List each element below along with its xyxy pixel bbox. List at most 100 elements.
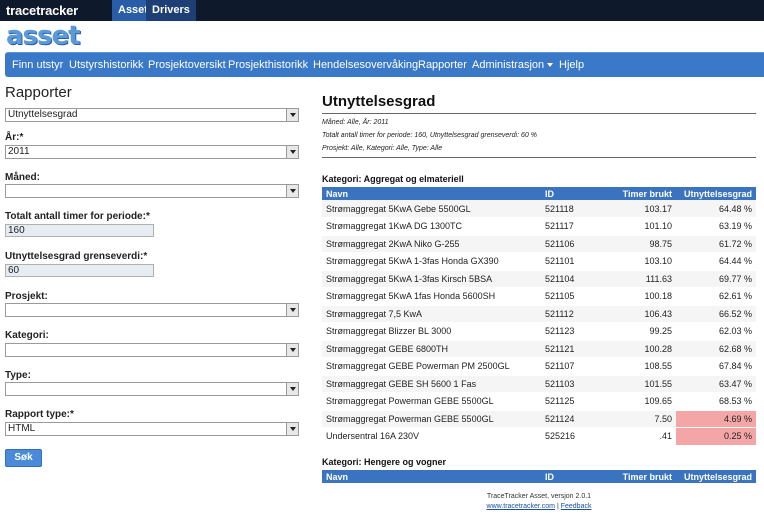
category-heading-hengere: Kategori: Hengere og vogner	[322, 457, 447, 467]
cell-utilization: 62.61 %	[676, 287, 756, 306]
trailers-table: Navn ID Timer brukt Utnyttelsesgrad	[322, 470, 756, 483]
type-label: Type:	[5, 370, 31, 381]
cell-id: 521103	[541, 375, 597, 393]
report-select-value: Utnyttelsesgrad	[8, 109, 78, 120]
divider	[322, 157, 756, 158]
threshold-label: Utnyttelsesgrad grenseverdi:*	[5, 251, 148, 262]
table-row: Strømaggregat 5KwA 1fas Honda 5600SH 5211…	[322, 287, 756, 306]
nav-prosjektoversikt[interactable]: Prosjektoversikt	[148, 53, 226, 78]
column-header-id[interactable]: ID	[541, 187, 597, 200]
cell-hours: 101.10	[597, 217, 676, 236]
footer: TraceTracker Asset, versjon 2.0.1 www.tr…	[322, 492, 756, 512]
report-meta-period: Måned: Alle, År: 2011	[322, 119, 389, 126]
cell-id: 521105	[541, 287, 597, 306]
cell-name: Strømaggregat 5KwA 1-3fas Kirsch 5BSA	[322, 270, 541, 288]
table-row: Strømaggregat Powerman GEBE 5500GL 521125…	[322, 392, 756, 411]
main-nav: Finn utstyr Utstyrshistorikk Prosjektove…	[5, 52, 764, 77]
column-header-timer-brukt[interactable]: Timer brukt	[597, 187, 676, 200]
cell-name: Strømaggregat Powerman GEBE 5500GL	[322, 410, 541, 428]
category-select[interactable]	[5, 343, 299, 357]
nav-administrasjon[interactable]: Administrasjon	[472, 53, 554, 78]
cell-hours: 101.55	[597, 375, 676, 393]
cell-name: Strømaggregat 5KwA Gebe 5500GL	[322, 200, 541, 218]
cell-hours: 103.10	[597, 252, 676, 271]
asset-logo[interactable]: asset	[6, 21, 81, 51]
table-row: Strømaggregat 1KwA DG 1300TC 521117 101.10…	[322, 217, 756, 236]
cell-hours: 108.55	[597, 357, 676, 376]
cell-utilization: 62.68 %	[676, 340, 756, 358]
cell-utilization: 4.69 %	[676, 410, 756, 428]
table-row: Strømaggregat GEBE Powerman PM 2500GL 521…	[322, 357, 756, 376]
dropdown-arrow-icon	[286, 344, 298, 356]
dropdown-arrow-icon	[286, 185, 298, 197]
nav-utstyrshistorikk[interactable]: Utstyrshistorikk	[69, 53, 144, 78]
cell-name: Strømaggregat 7,5 KwA	[322, 305, 541, 323]
nav-finn-utstyr[interactable]: Finn utstyr	[12, 53, 63, 78]
dropdown-arrow-icon	[286, 423, 298, 435]
column-header-navn[interactable]: Navn	[322, 187, 541, 200]
report-meta-filter: Prosjekt: Alle, Kategori: Alle, Type: Al…	[322, 145, 443, 152]
cell-utilization: 0.25 %	[676, 427, 756, 446]
table-row: Undersentral 16A 230V 525216.41 0.25 %	[322, 427, 756, 446]
year-select[interactable]: 2011	[5, 145, 299, 159]
project-label: Prosjekt:	[5, 291, 48, 302]
cell-id: 521125	[541, 392, 597, 411]
threshold-input[interactable]: 60	[5, 264, 154, 277]
cell-id: 521106	[541, 235, 597, 253]
nav-rapporter[interactable]: Rapporter	[418, 53, 467, 78]
cell-name: Strømaggregat Blizzer BL 3000	[322, 322, 541, 341]
type-select[interactable]	[5, 382, 299, 396]
dropdown-arrow-icon	[286, 109, 298, 121]
cell-hours: .41	[597, 427, 676, 446]
brand-name: tracetracker	[6, 3, 79, 18]
cell-id: 521117	[541, 217, 597, 236]
column-header-timer-brukt[interactable]: Timer brukt	[597, 470, 676, 483]
cell-id: 521123	[541, 322, 597, 341]
table-row: Strømaggregat 7,5 KwA 521112 106.43 66.52 %	[322, 305, 756, 323]
top-bar: tracetracker Asset Drivers	[0, 0, 764, 21]
report-type-label: Rapport type:*	[5, 409, 74, 420]
website-link[interactable]: www.tracetracker.com	[487, 503, 555, 510]
cell-id: 521101	[541, 252, 597, 271]
cell-utilization: 62.03 %	[676, 322, 756, 341]
table-row: Strømaggregat Powerman GEBE 5500GL 521124…	[322, 410, 756, 428]
dropdown-arrow-icon	[286, 304, 298, 316]
tab-drivers[interactable]: Drivers	[146, 0, 196, 21]
cell-utilization: 64.48 %	[676, 200, 756, 218]
nav-prosjekthistorikk[interactable]: Prosjekthistorikk	[228, 53, 308, 78]
cell-utilization: 69.77 %	[676, 270, 756, 288]
report-select[interactable]: Utnyttelsesgrad	[5, 108, 299, 122]
year-label: År:*	[5, 132, 24, 143]
nav-hjelp[interactable]: Hjelp	[559, 53, 584, 78]
report-type-select-value: HTML	[8, 423, 36, 434]
project-select[interactable]	[5, 303, 299, 317]
cell-id: 521121	[541, 340, 597, 358]
cell-utilization: 66.52 %	[676, 305, 756, 323]
search-button[interactable]: Søk	[5, 449, 42, 467]
column-header-utnyttelsesgrad[interactable]: Utnyttelsesgrad	[676, 470, 756, 483]
cell-id: 521107	[541, 357, 597, 376]
cell-id: 525216	[541, 427, 597, 446]
nav-administrasjon-label: Administrasjon	[472, 59, 545, 71]
column-header-id[interactable]: ID	[541, 470, 597, 483]
cell-name: Strømaggregat GEBE 6800TH	[322, 340, 541, 358]
footer-version: TraceTracker Asset, versjon 2.0.1	[486, 493, 592, 500]
cell-utilization: 61.72 %	[676, 235, 756, 253]
column-header-utnyttelsesgrad[interactable]: Utnyttelsesgrad	[676, 187, 756, 200]
report-type-select[interactable]: HTML	[5, 422, 299, 436]
cell-name: Strømaggregat 2KwA Niko G-255	[322, 235, 541, 253]
cell-utilization: 67.84 %	[676, 357, 756, 376]
feedback-link[interactable]: Feedback	[561, 503, 592, 510]
column-header-navn[interactable]: Navn	[322, 470, 541, 483]
table-row: Strømaggregat GEBE 6800TH 521121 100.28 62.…	[322, 340, 756, 358]
month-select[interactable]	[5, 184, 299, 198]
total-hours-input[interactable]: 160	[5, 224, 154, 237]
cell-id: 521112	[541, 305, 597, 323]
cell-name: Undersentral 16A 230V	[322, 427, 541, 446]
cell-name: Strømaggregat Powerman GEBE 5500GL	[322, 392, 541, 411]
cell-name: Strømaggregat 5KwA 1fas Honda 5600SH	[322, 287, 541, 306]
nav-hendelsesovervaking[interactable]: Hendelsesovervåking	[313, 53, 418, 78]
cell-id: 521124	[541, 410, 597, 428]
table-row: Strømaggregat GEBE SH 5600 1 Fas 521103 10…	[322, 375, 756, 393]
table-row: Strømaggregat 5KwA 1-3fas Honda GX390 521…	[322, 252, 756, 271]
